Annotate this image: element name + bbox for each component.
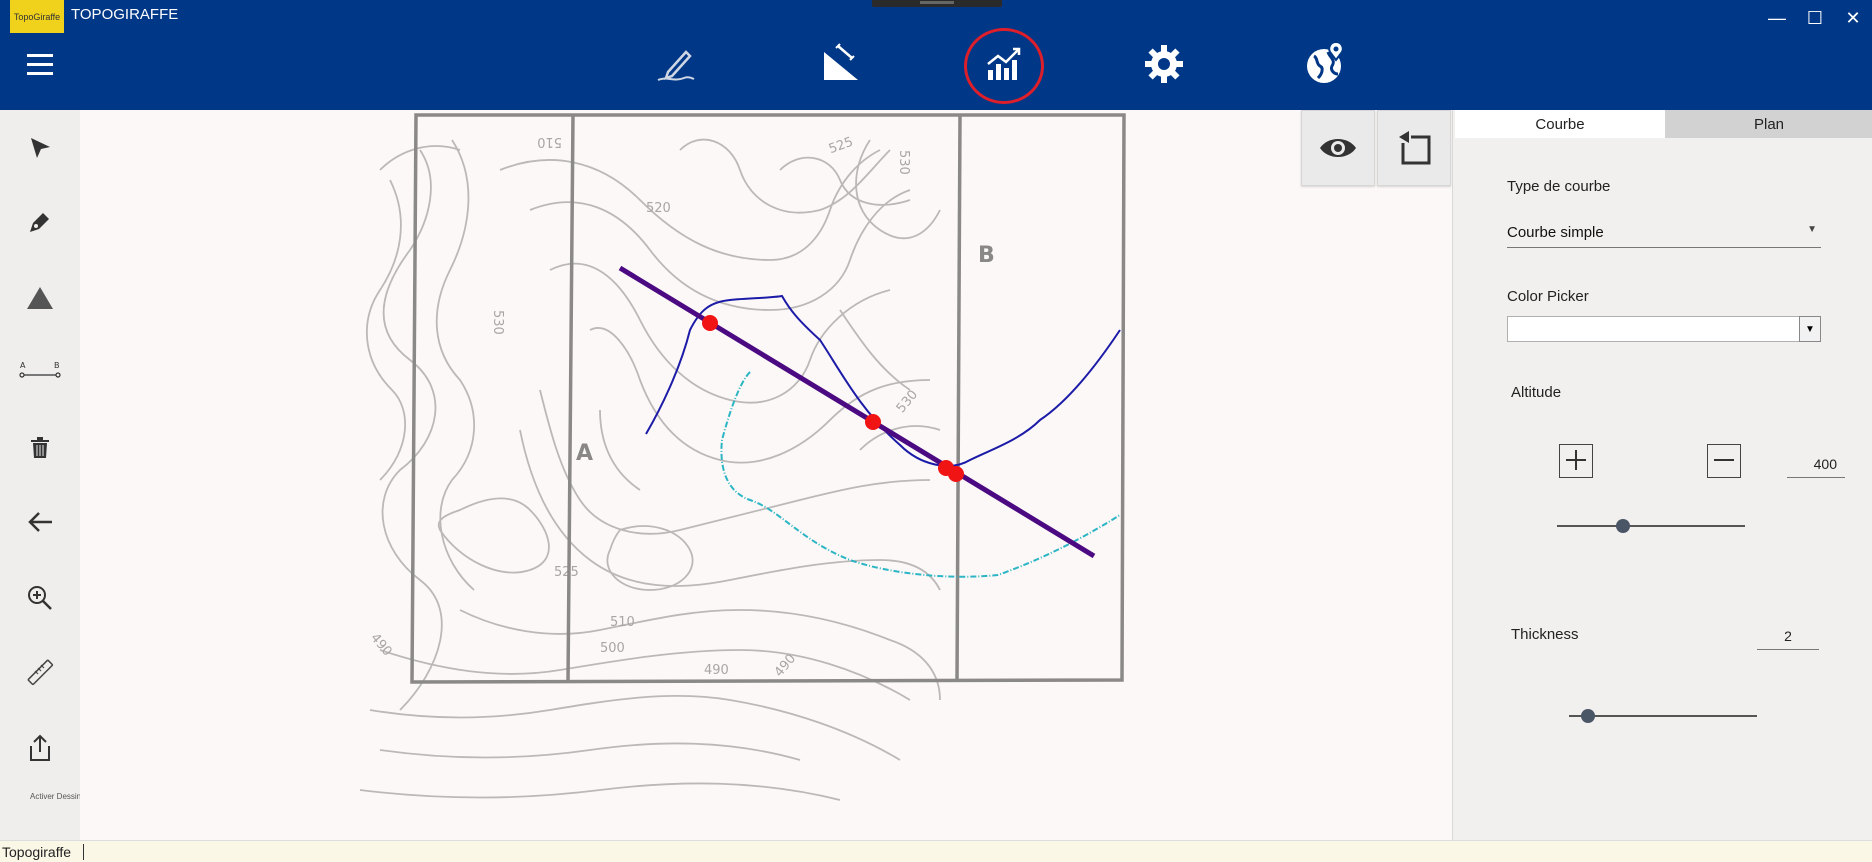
altitude-label: Altitude bbox=[1511, 384, 1562, 401]
contour-labels: 510 520 530 525 530 530 525 510 500 490 … bbox=[367, 134, 921, 680]
pen-tool-button[interactable] bbox=[18, 200, 62, 244]
plus-icon bbox=[1566, 450, 1586, 470]
contour-label: 510 bbox=[537, 134, 562, 149]
map-canvas[interactable]: 510 520 530 525 530 530 525 510 500 490 … bbox=[80, 110, 1452, 840]
back-arrow-icon bbox=[28, 512, 52, 532]
export-icon bbox=[30, 734, 50, 761]
segment-ab-tool-button[interactable]: A B bbox=[18, 350, 62, 394]
activer-dessin-label: Activer Dessin bbox=[30, 792, 82, 801]
contour-label: 530 bbox=[490, 310, 505, 335]
color-picker-field[interactable]: ▼ bbox=[1507, 316, 1821, 342]
svg-text:A: A bbox=[20, 361, 26, 370]
intersection-point[interactable] bbox=[702, 315, 718, 331]
triangle-icon bbox=[27, 287, 53, 309]
draw-tool-button[interactable] bbox=[648, 38, 704, 90]
altitude-input[interactable]: 400 bbox=[1787, 452, 1845, 478]
reset-view-icon bbox=[1399, 131, 1431, 165]
slope-triangle-icon bbox=[824, 43, 858, 80]
select-tool-button[interactable] bbox=[18, 126, 62, 170]
app-logo: TopoGiraffe bbox=[10, 0, 64, 33]
triangle-tool-button[interactable] bbox=[18, 276, 62, 320]
altitude-decrease-button[interactable] bbox=[1707, 444, 1741, 478]
altitude-slider-track[interactable] bbox=[1557, 525, 1745, 527]
point-label-b: B bbox=[978, 243, 995, 268]
contour-label: 525 bbox=[554, 565, 579, 580]
contour-label: 520 bbox=[646, 201, 671, 216]
segment-ab-icon: A B bbox=[19, 361, 61, 378]
contour-label: 490 bbox=[704, 663, 729, 678]
contour-label: 530 bbox=[896, 150, 911, 175]
map-frame bbox=[410, 113, 1126, 684]
contour-lines bbox=[359, 138, 941, 801]
altitude-slider-thumb[interactable] bbox=[1615, 519, 1630, 533]
gear-icon bbox=[1145, 45, 1183, 83]
eye-icon bbox=[1320, 139, 1356, 157]
thickness-label: Thickness bbox=[1511, 626, 1579, 643]
minus-icon bbox=[1714, 459, 1734, 461]
close-button[interactable]: ✕ bbox=[1838, 6, 1868, 30]
settings-tool-button[interactable] bbox=[1136, 38, 1192, 90]
left-toolbar: A B bbox=[0, 110, 80, 840]
topographic-map[interactable]: 510 520 530 525 530 530 525 510 500 490 … bbox=[80, 110, 1452, 840]
thickness-input[interactable]: 2 bbox=[1757, 624, 1819, 650]
window-drag-handle[interactable] bbox=[872, 0, 1002, 7]
curve-type-value: Courbe simple bbox=[1507, 224, 1604, 241]
color-picker-label: Color Picker bbox=[1507, 288, 1589, 305]
hamburger-icon bbox=[27, 54, 53, 75]
export-button[interactable] bbox=[18, 726, 62, 770]
zoom-in-icon bbox=[28, 586, 52, 610]
chevron-down-icon[interactable]: ▼ bbox=[1799, 316, 1821, 342]
slope-tool-button[interactable] bbox=[812, 38, 868, 90]
point-label-a: A bbox=[576, 441, 593, 466]
contour-label: 525 bbox=[827, 135, 855, 158]
contour-label: 500 bbox=[600, 641, 625, 656]
profile-line[interactable] bbox=[618, 265, 1096, 559]
status-bar: Topogiraffe bbox=[0, 840, 1872, 862]
tab-plan[interactable]: Plan bbox=[1665, 110, 1872, 138]
highlight-circle bbox=[964, 28, 1044, 104]
pen-icon bbox=[30, 213, 49, 232]
intersection-point[interactable] bbox=[865, 414, 881, 430]
maximize-button[interactable]: ☐ bbox=[1800, 6, 1830, 30]
trash-icon bbox=[31, 437, 49, 458]
contour-label: 490 bbox=[367, 631, 394, 660]
toggle-visibility-button[interactable] bbox=[1301, 110, 1375, 186]
tab-courbe[interactable]: Courbe bbox=[1455, 110, 1665, 138]
delete-tool-button[interactable] bbox=[18, 426, 62, 470]
minimize-button[interactable]: — bbox=[1762, 6, 1792, 30]
reset-view-button[interactable] bbox=[1377, 110, 1451, 186]
select-arrow-icon bbox=[31, 138, 50, 158]
measure-tool-button[interactable] bbox=[18, 650, 62, 694]
properties-panel: Courbe Plan Type de courbe Courbe simple… bbox=[1452, 110, 1872, 840]
app-title: TOPOGIRAFFE bbox=[71, 6, 179, 23]
curve-type-select[interactable]: Courbe simple ▼ bbox=[1507, 218, 1821, 248]
chevron-down-icon: ▼ bbox=[1807, 224, 1817, 235]
intersection-point[interactable] bbox=[948, 466, 964, 482]
geo-location-tool-button[interactable] bbox=[1298, 38, 1354, 90]
zoom-in-button[interactable] bbox=[18, 576, 62, 620]
ruler-icon bbox=[27, 659, 54, 686]
app-window: TopoGiraffe TOPOGIRAFFE — ☐ ✕ A B Active… bbox=[0, 0, 1872, 862]
pen-line-icon bbox=[657, 50, 695, 81]
header-bar: TopoGiraffe TOPOGIRAFFE — ☐ ✕ bbox=[0, 0, 1872, 110]
globe-pin-icon bbox=[1307, 40, 1344, 83]
undo-back-button[interactable] bbox=[18, 500, 62, 544]
svg-text:B: B bbox=[54, 361, 60, 370]
thickness-slider-thumb[interactable] bbox=[1580, 709, 1595, 723]
thickness-slider-track[interactable] bbox=[1569, 715, 1757, 717]
contour-label: 510 bbox=[610, 615, 635, 630]
contour-label: 530 bbox=[894, 387, 921, 416]
hamburger-menu-button[interactable] bbox=[22, 46, 58, 82]
altitude-increase-button[interactable] bbox=[1559, 444, 1593, 478]
status-text: Topogiraffe bbox=[2, 844, 85, 860]
curve-type-label: Type de courbe bbox=[1507, 178, 1611, 195]
